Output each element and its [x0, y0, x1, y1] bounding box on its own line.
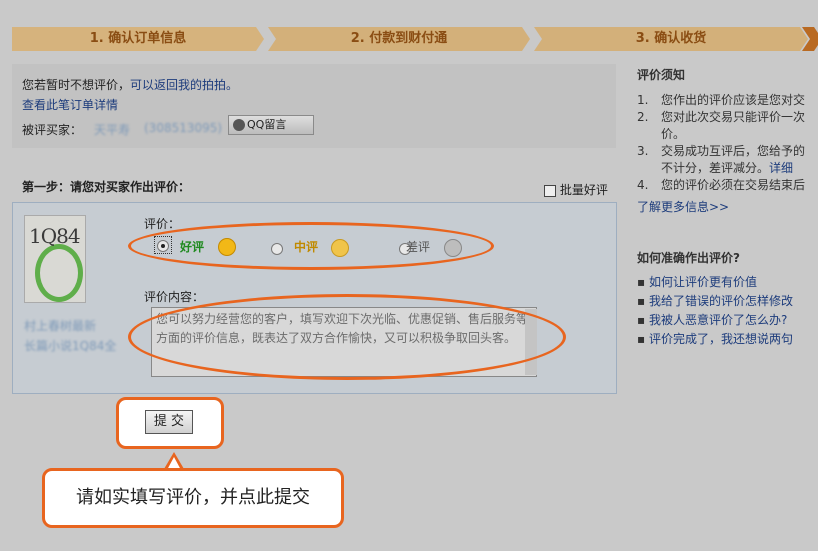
qq-penguin-icon [233, 119, 245, 131]
info-text: 您若暂时不想评价， [22, 78, 131, 92]
step-confirm-order: 1. 确认订单信息 [12, 27, 264, 51]
rating-highlight-oval [128, 222, 494, 270]
info-line: 您若暂时不想评价，可以返回我的拍拍。 [22, 76, 238, 93]
notice-item: 不计分，差评减分。详细 [661, 161, 794, 175]
batch-checkbox[interactable] [544, 184, 556, 197]
notice-title: 评价须知 [637, 68, 686, 82]
product-subtitle: 长篇小说1Q84全 [24, 339, 117, 353]
howto-link[interactable]: ▪ 如何让评价更有价值 [637, 273, 818, 292]
notice-item: 3. 交易成功互评后，您给予的 [637, 144, 806, 158]
back-to-paipai-link[interactable]: 可以返回我的拍拍。 [130, 78, 238, 92]
detail-link[interactable]: 详细 [769, 161, 793, 175]
step-confirm-receipt: 3. 确认收货 [534, 27, 808, 51]
learn-more-link[interactable]: 了解更多信息>> [637, 198, 818, 215]
howto-list: ▪ 如何让评价更有价值 ▪ 我给了错误的评价怎样修改 ▪ 我被人恶意评价了怎么办… [637, 273, 818, 349]
tip-callout: 请如实填写评价，并点此提交 [42, 468, 344, 528]
howto-link[interactable]: ▪ 我被人恶意评价了怎么办? [637, 311, 818, 330]
product-name-link[interactable]: 村上春树最新 [24, 317, 96, 335]
product-image[interactable]: 1Q84 [24, 215, 86, 303]
howto-title: 如何准确作出评价? [637, 251, 740, 265]
buyer-id: (308513095) [144, 121, 223, 135]
notice-list: 1. 您作出的评价应该是您对交 2. 您对此次交易只能评价一次 价。 3. 交易成功互… [637, 92, 818, 194]
step-pay: 2. 付款到财付通 [268, 27, 530, 51]
cover-title: 1Q84 [29, 224, 81, 248]
howto-link[interactable]: ▪ 我给了错误的评价怎样修改 [637, 292, 818, 311]
qq-message-button[interactable]: QQ留言 [228, 115, 314, 135]
notice-item: 2. 您对此次交易只能评价一次 [637, 110, 806, 124]
progress-steps: 1. 确认订单信息 2. 付款到财付通 3. 确认收货 [12, 27, 818, 51]
content-highlight-oval [128, 294, 566, 380]
batch-label: 批量好评 [559, 183, 608, 197]
sidebar: 评价须知 1. 您作出的评价应该是您对交 2. 您对此次交易只能评价一次 价。 3.… [637, 66, 818, 349]
content-label-text: 评价内容： [144, 290, 205, 304]
notice-item: 价。 [661, 127, 686, 141]
buyer-name[interactable]: 天平寿 [94, 121, 130, 138]
step1-title: 第一步：请您对买家作出评价： [22, 180, 191, 194]
submit-button[interactable]: 提 交 [145, 410, 193, 434]
notice-item: 1. 您作出的评价应该是您对交 [637, 93, 806, 107]
notice-item: 4. 您的评价必须在交易结束后 [637, 178, 806, 192]
order-detail-link[interactable]: 查看此笔订单详情 [22, 96, 118, 113]
howto-link[interactable]: ▪ 评价完成了，我还想说两句 [637, 330, 818, 349]
buyer-row: 被评买家： [22, 121, 82, 138]
buyer-label: 被评买家： [22, 123, 83, 137]
batch-good-rating[interactable]: 批量好评 [544, 181, 608, 198]
qq-button-label: QQ留言 [247, 118, 287, 131]
cover-q-graphic [35, 244, 83, 302]
